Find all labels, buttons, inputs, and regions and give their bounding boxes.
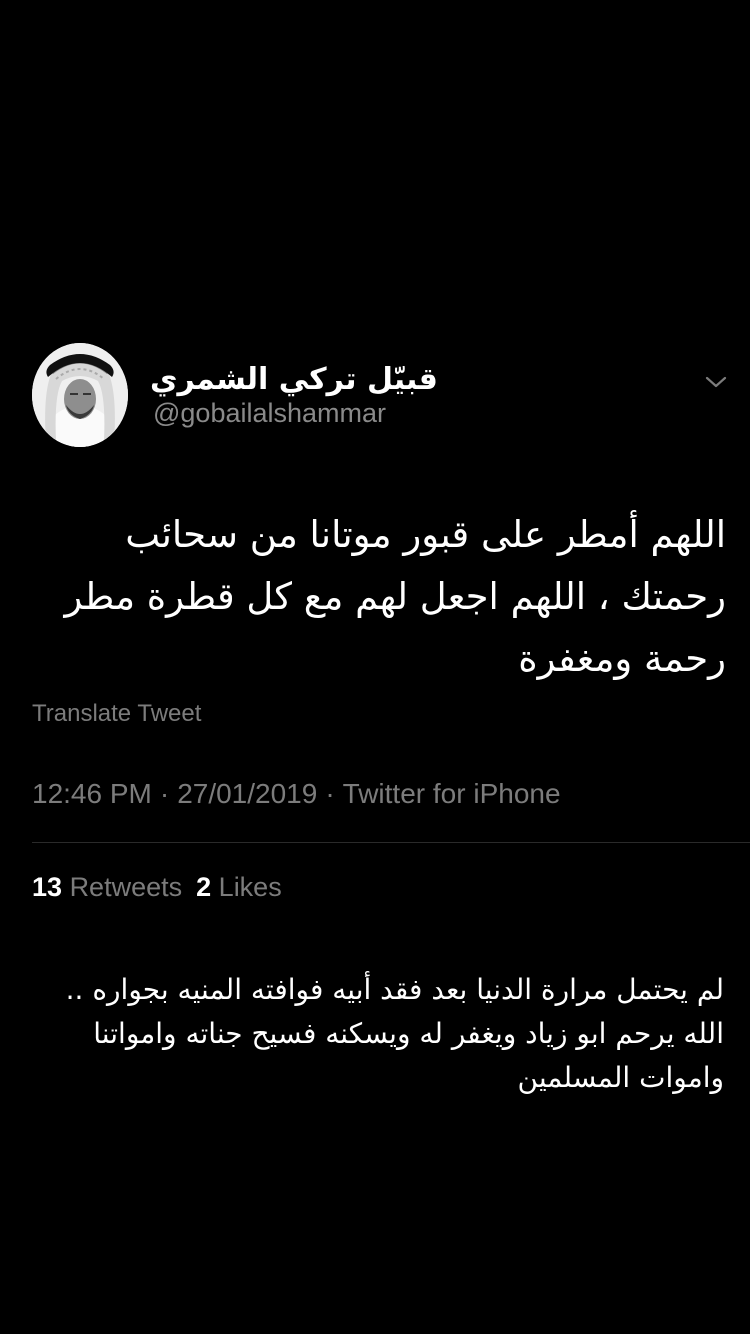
tweet-date: 27/01/2019 — [177, 778, 318, 809]
tweet-source[interactable]: Twitter for iPhone — [343, 778, 561, 809]
tweet-stats: 13 Retweets 2 Likes — [32, 872, 296, 903]
meta-separator: · — [159, 778, 170, 809]
meta-separator: · — [325, 778, 335, 809]
chevron-down-icon — [705, 376, 727, 388]
author-display-name[interactable]: قبيّل تركي الشمري — [150, 362, 438, 397]
tweet-text: اللهم أمطر على قبور موتانا من سحائب رحمت… — [64, 513, 726, 680]
caption-text: لم يحتمل مرارة الدنيا بعد فقد أبيه فوافت… — [65, 973, 724, 1094]
likes-count: 2 — [196, 872, 212, 902]
tweet-time: 12:46 PM — [32, 778, 152, 809]
author-handle[interactable]: @gobailalshammar — [153, 398, 386, 429]
likes-label: Likes — [218, 872, 282, 902]
likes-stat[interactable]: 2 Likes — [196, 872, 282, 902]
divider — [32, 842, 750, 843]
retweets-label: Retweets — [69, 872, 183, 902]
tweet-meta: 12:46 PM · 27/01/2019 · Twitter for iPhone — [32, 778, 561, 810]
tweet-header: قبيّل تركي الشمري @gobailalshammar — [0, 340, 750, 450]
retweets-stat[interactable]: 13 Retweets — [32, 872, 182, 902]
avatar[interactable] — [32, 343, 128, 447]
more-options-button[interactable] — [698, 364, 734, 400]
avatar-image — [32, 343, 128, 447]
retweets-count: 13 — [32, 872, 63, 902]
translate-tweet-link[interactable]: Translate Tweet — [32, 700, 201, 728]
